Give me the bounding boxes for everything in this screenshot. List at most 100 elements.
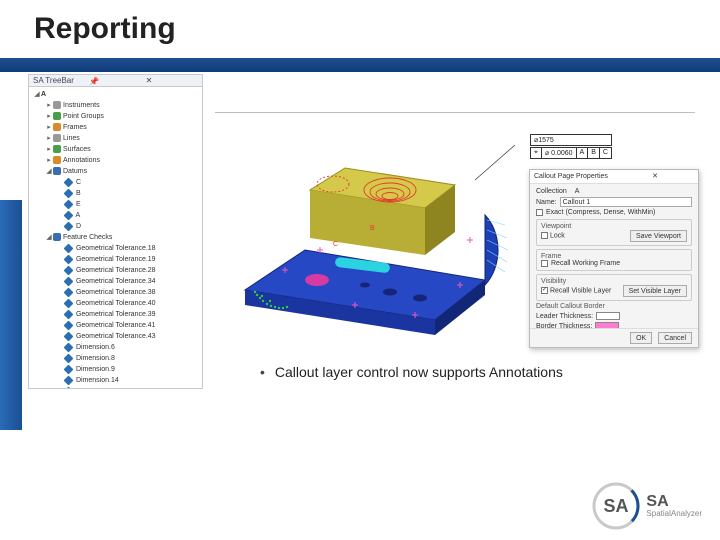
fcf-tolerance: ⌀ 0.0060 (542, 148, 577, 158)
group-icon (53, 123, 61, 131)
fcf-symbol: ⌖ (531, 148, 542, 158)
tree-group[interactable]: ▸Annotations (45, 155, 200, 166)
tree-feature-check[interactable]: Geometrical Tolerance.40 (57, 298, 200, 309)
bullet-marker: • (260, 364, 265, 380)
close-icon[interactable]: ✕ (616, 172, 694, 182)
dialog-title: Callout Page Properties (534, 173, 612, 180)
tree-feature-check[interactable]: Dimension.14 (57, 375, 200, 386)
close-icon[interactable]: ✕ (146, 76, 198, 85)
tree-datum[interactable]: B (57, 188, 200, 199)
treebar-title: SA TreeBar (33, 76, 85, 85)
svg-text:B: B (370, 225, 375, 232)
tree-feature-checks[interactable]: ◢Feature Checks Geometrical Tolerance.18… (45, 232, 200, 389)
diamond-icon (64, 331, 74, 341)
leader-color[interactable] (596, 312, 620, 320)
name-label: Name: (536, 199, 557, 206)
svg-text:C: C (333, 241, 338, 248)
feature-checks-icon (53, 233, 61, 241)
diamond-icon (64, 276, 74, 286)
diamond-icon (64, 353, 74, 363)
fcf-datum-c: C (600, 148, 611, 158)
callout-diameter: ⌀1575 (530, 134, 612, 146)
tree-group[interactable]: ▸Surfaces (45, 144, 200, 155)
tree-feature-check[interactable]: Geometrical Tolerance.39 (57, 309, 200, 320)
tree-group[interactable]: ▸Frames (45, 122, 200, 133)
fcf-datum-b: B (588, 148, 600, 158)
recall-frame-checkbox[interactable] (541, 260, 548, 267)
tree-feature-check[interactable]: Geometrical Tolerance.43 (57, 331, 200, 342)
brand-logo: SA SA SpatialAnalyzer (592, 482, 702, 530)
save-viewport-button[interactable]: Save Viewport (630, 230, 687, 242)
tree-group[interactable]: ▸Instruments (45, 100, 200, 111)
tree-feature-check[interactable]: Geometrical Tolerance.42 (57, 386, 200, 389)
diamond-icon (64, 386, 74, 389)
fcf-datum-a: A (577, 148, 589, 158)
tree-feature-check[interactable]: Geometrical Tolerance.41 (57, 320, 200, 331)
lock-checkbox[interactable] (541, 232, 548, 239)
callout-fcf: ⌖ ⌀ 0.0060 A B C (530, 147, 612, 159)
tree-datum[interactable]: C (57, 177, 200, 188)
diamond-icon (64, 221, 74, 231)
name-input[interactable]: Callout 1 (560, 197, 692, 207)
tree-group[interactable]: ▸Point Groups (45, 111, 200, 122)
group-icon (53, 134, 61, 142)
tree-feature-check[interactable]: Geometrical Tolerance.34 (57, 276, 200, 287)
collection-label: Collection (536, 188, 567, 195)
logo-icon: SA (592, 482, 640, 530)
diamond-icon (64, 243, 74, 253)
tree-feature-check[interactable]: Geometrical Tolerance.38 (57, 287, 200, 298)
tree-feature-check[interactable]: Dimension.8 (57, 353, 200, 364)
bullet-text: Callout layer control now supports Annot… (275, 364, 563, 380)
default-border-label: Default Callout Border (536, 303, 692, 310)
diamond-icon (64, 199, 74, 209)
dialog-titlebar[interactable]: Callout Page Properties ✕ (530, 170, 698, 184)
diamond-icon (64, 298, 74, 308)
group-icon (53, 145, 61, 153)
cancel-button[interactable]: Cancel (658, 332, 692, 344)
diamond-icon (64, 177, 74, 187)
lock-label: Lock (550, 233, 565, 240)
diamond-icon (64, 375, 74, 385)
tree-feature-check[interactable]: Geometrical Tolerance.18 (57, 243, 200, 254)
slide-bullet: • Callout layer control now supports Ann… (260, 364, 563, 380)
group-icon (53, 112, 61, 120)
tree-group[interactable]: ▸Lines (45, 133, 200, 144)
leader-thickness-label: Leader Thickness: (536, 313, 593, 320)
frame-section-label: Frame (541, 253, 687, 260)
diamond-icon (64, 254, 74, 264)
diamond-icon (64, 188, 74, 198)
ok-button[interactable]: OK (630, 332, 652, 344)
callout-properties-dialog: Callout Page Properties ✕ Collection A N… (529, 169, 699, 348)
tree-root[interactable]: ◢A ▸Instruments▸Point Groups▸Frames▸Line… (33, 89, 200, 389)
tree-feature-check[interactable]: Geometrical Tolerance.19 (57, 254, 200, 265)
viewpoint-label: Viewpoint (541, 223, 687, 230)
3d-viewport[interactable]: B C (215, 120, 515, 350)
header-accent-bar (0, 58, 720, 72)
content-divider (215, 112, 695, 113)
exact-checkbox[interactable] (536, 209, 543, 216)
tree-datum[interactable]: A (57, 210, 200, 221)
tree-feature-check[interactable]: Dimension.9 (57, 364, 200, 375)
tree-datums[interactable]: ◢Datums C B E A D (45, 166, 200, 232)
tree-datum[interactable]: E (57, 199, 200, 210)
pin-icon[interactable]: 📌 (89, 77, 141, 85)
group-icon (53, 156, 61, 164)
recall-layer-label: Recall Visible Layer (550, 288, 611, 295)
page-title: Reporting (34, 12, 176, 46)
recall-layer-checkbox[interactable] (541, 287, 548, 294)
visibility-section-label: Visibility (541, 278, 687, 285)
logo-text: SA SpatialAnalyzer (646, 494, 702, 518)
diamond-icon (64, 210, 74, 220)
diamond-icon (64, 320, 74, 330)
tree-datum[interactable]: D (57, 221, 200, 232)
diamond-icon (64, 342, 74, 352)
treebar-header: SA TreeBar 📌 ✕ (29, 75, 202, 87)
diamond-icon (64, 364, 74, 374)
collection-value: A (575, 188, 580, 195)
side-accent-bar (0, 200, 22, 430)
diamond-icon (64, 309, 74, 319)
set-visible-layer-button[interactable]: Set Visible Layer (623, 285, 687, 297)
diamond-icon (64, 287, 74, 297)
tree-feature-check[interactable]: Geometrical Tolerance.28 (57, 265, 200, 276)
tree-feature-check[interactable]: Dimension.6 (57, 342, 200, 353)
